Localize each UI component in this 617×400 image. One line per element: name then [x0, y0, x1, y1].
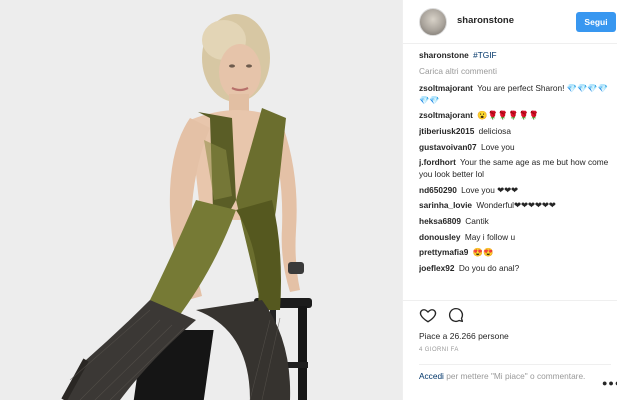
caption: sharonstone #TGIF [419, 50, 611, 62]
divider [419, 364, 611, 365]
comment-username[interactable]: prettymafia9 [419, 247, 468, 257]
comment-text: May i follow u [464, 231, 516, 242]
comment-text: 😍😍 [472, 247, 494, 258]
comment-item: gustavoivan07 Love you [419, 142, 611, 154]
comment-username[interactable]: heksa6809 [419, 216, 461, 226]
comment-text: Cantik [465, 216, 489, 226]
comment-username[interactable]: jtiberiusk2015 [419, 126, 474, 136]
likes-count[interactable]: Piace a 26.266 persone [419, 331, 509, 341]
comment-username[interactable]: zsoltmajorant [419, 83, 473, 93]
photo-illustration [0, 0, 402, 400]
post-time: 4 GIORNI FA [419, 347, 459, 353]
comment-username[interactable]: nd650290 [419, 185, 457, 195]
comment-username[interactable]: j.fordhort [419, 157, 456, 167]
more-options-icon[interactable]: ●●● [602, 378, 617, 388]
comment-text: 😮🌹🌹🌹🌹🌹 [477, 110, 540, 121]
comment-item: j.fordhort Your the same age as me but h… [419, 157, 611, 180]
author-username[interactable]: sharonstone [457, 15, 514, 26]
comment-item: jtiberiusk2015 deliciosa [419, 126, 611, 138]
comment-username[interactable]: gustavoivan07 [419, 142, 477, 152]
login-prompt-text: per mettere "Mi piace" o commentare. [443, 371, 586, 381]
comments-list: sharonstone #TGIF Carica altri commenti … [419, 50, 611, 296]
comment-text: Love you [480, 141, 515, 152]
comment-text: Wonderful❤❤❤❤❤❤ [476, 200, 556, 211]
follow-button[interactable]: Segui [576, 12, 616, 32]
caption-hashtag[interactable]: #TGIF [473, 50, 497, 60]
comment-username[interactable]: donousley [419, 232, 461, 242]
login-prompt: Accedi per mettere "Mi piace" o commenta… [419, 371, 599, 383]
comment-text: Love you ❤❤❤ [461, 184, 518, 195]
comment-username[interactable]: joeflex92 [419, 263, 455, 273]
comment-item: heksa6809 Cantik [419, 216, 611, 228]
comment-item: joeflex92 Do you do anal? [419, 263, 611, 275]
comment-text: Do you do anal? [458, 263, 520, 274]
post-photo [0, 0, 402, 400]
comment-item: zsoltmajorant 😮🌹🌹🌹🌹🌹 [419, 110, 611, 122]
divider [403, 300, 617, 301]
heart-icon[interactable] [419, 306, 437, 324]
comment-username[interactable]: sarinha_lovie [419, 200, 472, 210]
author-avatar[interactable] [419, 8, 447, 36]
caption-username[interactable]: sharonstone [419, 50, 469, 60]
comment-item: prettymafia9 😍😍 [419, 247, 611, 259]
post-header: sharonstone Segui [403, 0, 617, 44]
login-link[interactable]: Accedi [419, 371, 444, 381]
comment-icon[interactable] [447, 306, 465, 324]
comment-text: deliciosa [478, 126, 511, 137]
comment-item: zsoltmajorant You are perfect Sharon! 💎💎… [419, 83, 611, 106]
comment-item: sarinha_lovie Wonderful❤❤❤❤❤❤ [419, 200, 611, 212]
load-more-comments-link[interactable]: Carica altri commenti [419, 66, 611, 78]
post-side-panel: sharonstone Segui sharonstone #TGIF Cari… [402, 0, 617, 400]
comment-item: nd650290 Love you ❤❤❤ [419, 185, 611, 197]
comment-item: donousley May i follow u [419, 232, 611, 244]
comment-username[interactable]: zsoltmajorant [419, 110, 473, 120]
